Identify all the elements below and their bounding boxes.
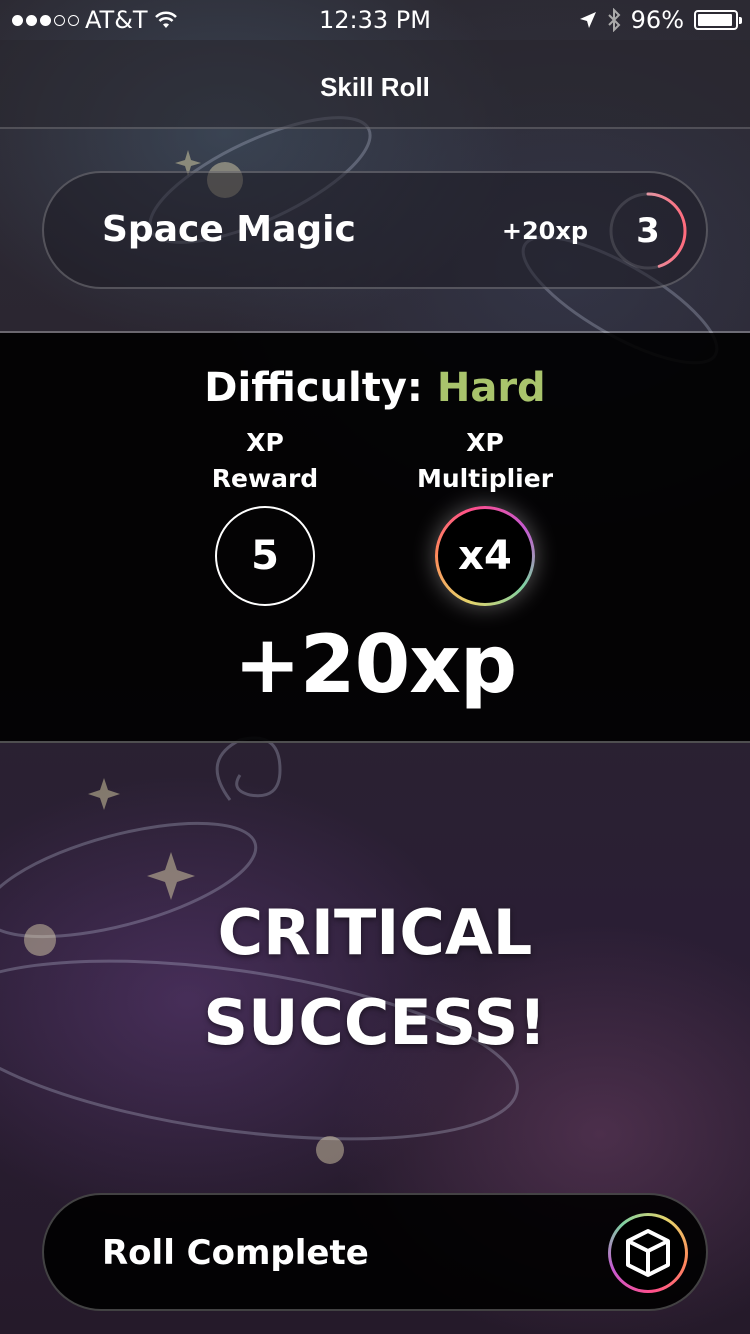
bluetooth-icon — [607, 8, 621, 32]
navigation-bar: Skill Roll — [0, 40, 750, 129]
roll-complete-label: Roll Complete — [102, 1233, 369, 1273]
result-line1: CRITICAL — [217, 896, 533, 969]
difficulty-value: Hard — [436, 365, 546, 411]
dice-button-ring[interactable] — [608, 1213, 688, 1293]
xp-multiplier-label: XP Multiplier — [385, 425, 585, 497]
location-arrow-icon — [579, 12, 596, 28]
page-title: Skill Roll — [320, 72, 430, 102]
xp-multiplier-circle: x4 — [435, 506, 535, 606]
difficulty-label: Difficulty: — [204, 365, 423, 411]
roll-result: CRITICAL SUCCESS! — [0, 888, 750, 1068]
status-right: 96% — [579, 6, 742, 34]
result-line2: SUCCESS! — [203, 986, 547, 1059]
xp-multiplier-label-line2: Multiplier — [416, 464, 554, 493]
skill-level-value: 3 — [636, 211, 660, 251]
skill-level-ring: 3 — [608, 191, 688, 271]
xp-multiplier-value: x4 — [458, 533, 512, 579]
difficulty-heading: Difficulty: Hard — [0, 365, 750, 411]
xp-reward-label: XP Reward — [165, 425, 365, 497]
skill-summary-pill[interactable]: Space Magic +20xp 3 — [42, 171, 708, 289]
status-bar: AT&T 12:33 PM 96% — [0, 0, 750, 40]
difficulty-panel: Difficulty: Hard XP Reward XP Multiplier… — [0, 333, 750, 743]
xp-reward-label-line1: XP — [246, 428, 284, 457]
dice-cube-icon — [626, 1229, 670, 1277]
xp-reward-value: 5 — [251, 533, 279, 579]
battery-icon — [694, 10, 742, 30]
xp-multiplier-label-line1: XP — [466, 428, 504, 457]
roll-complete-button[interactable]: Roll Complete — [42, 1193, 708, 1311]
skill-xp-gain: +20xp — [501, 217, 588, 245]
total-xp: +20xp — [233, 618, 517, 711]
xp-reward-label-line2: Reward — [211, 464, 319, 493]
battery-percent: 96% — [630, 6, 684, 34]
skill-name: Space Magic — [102, 209, 356, 250]
xp-reward-circle: 5 — [215, 506, 315, 606]
